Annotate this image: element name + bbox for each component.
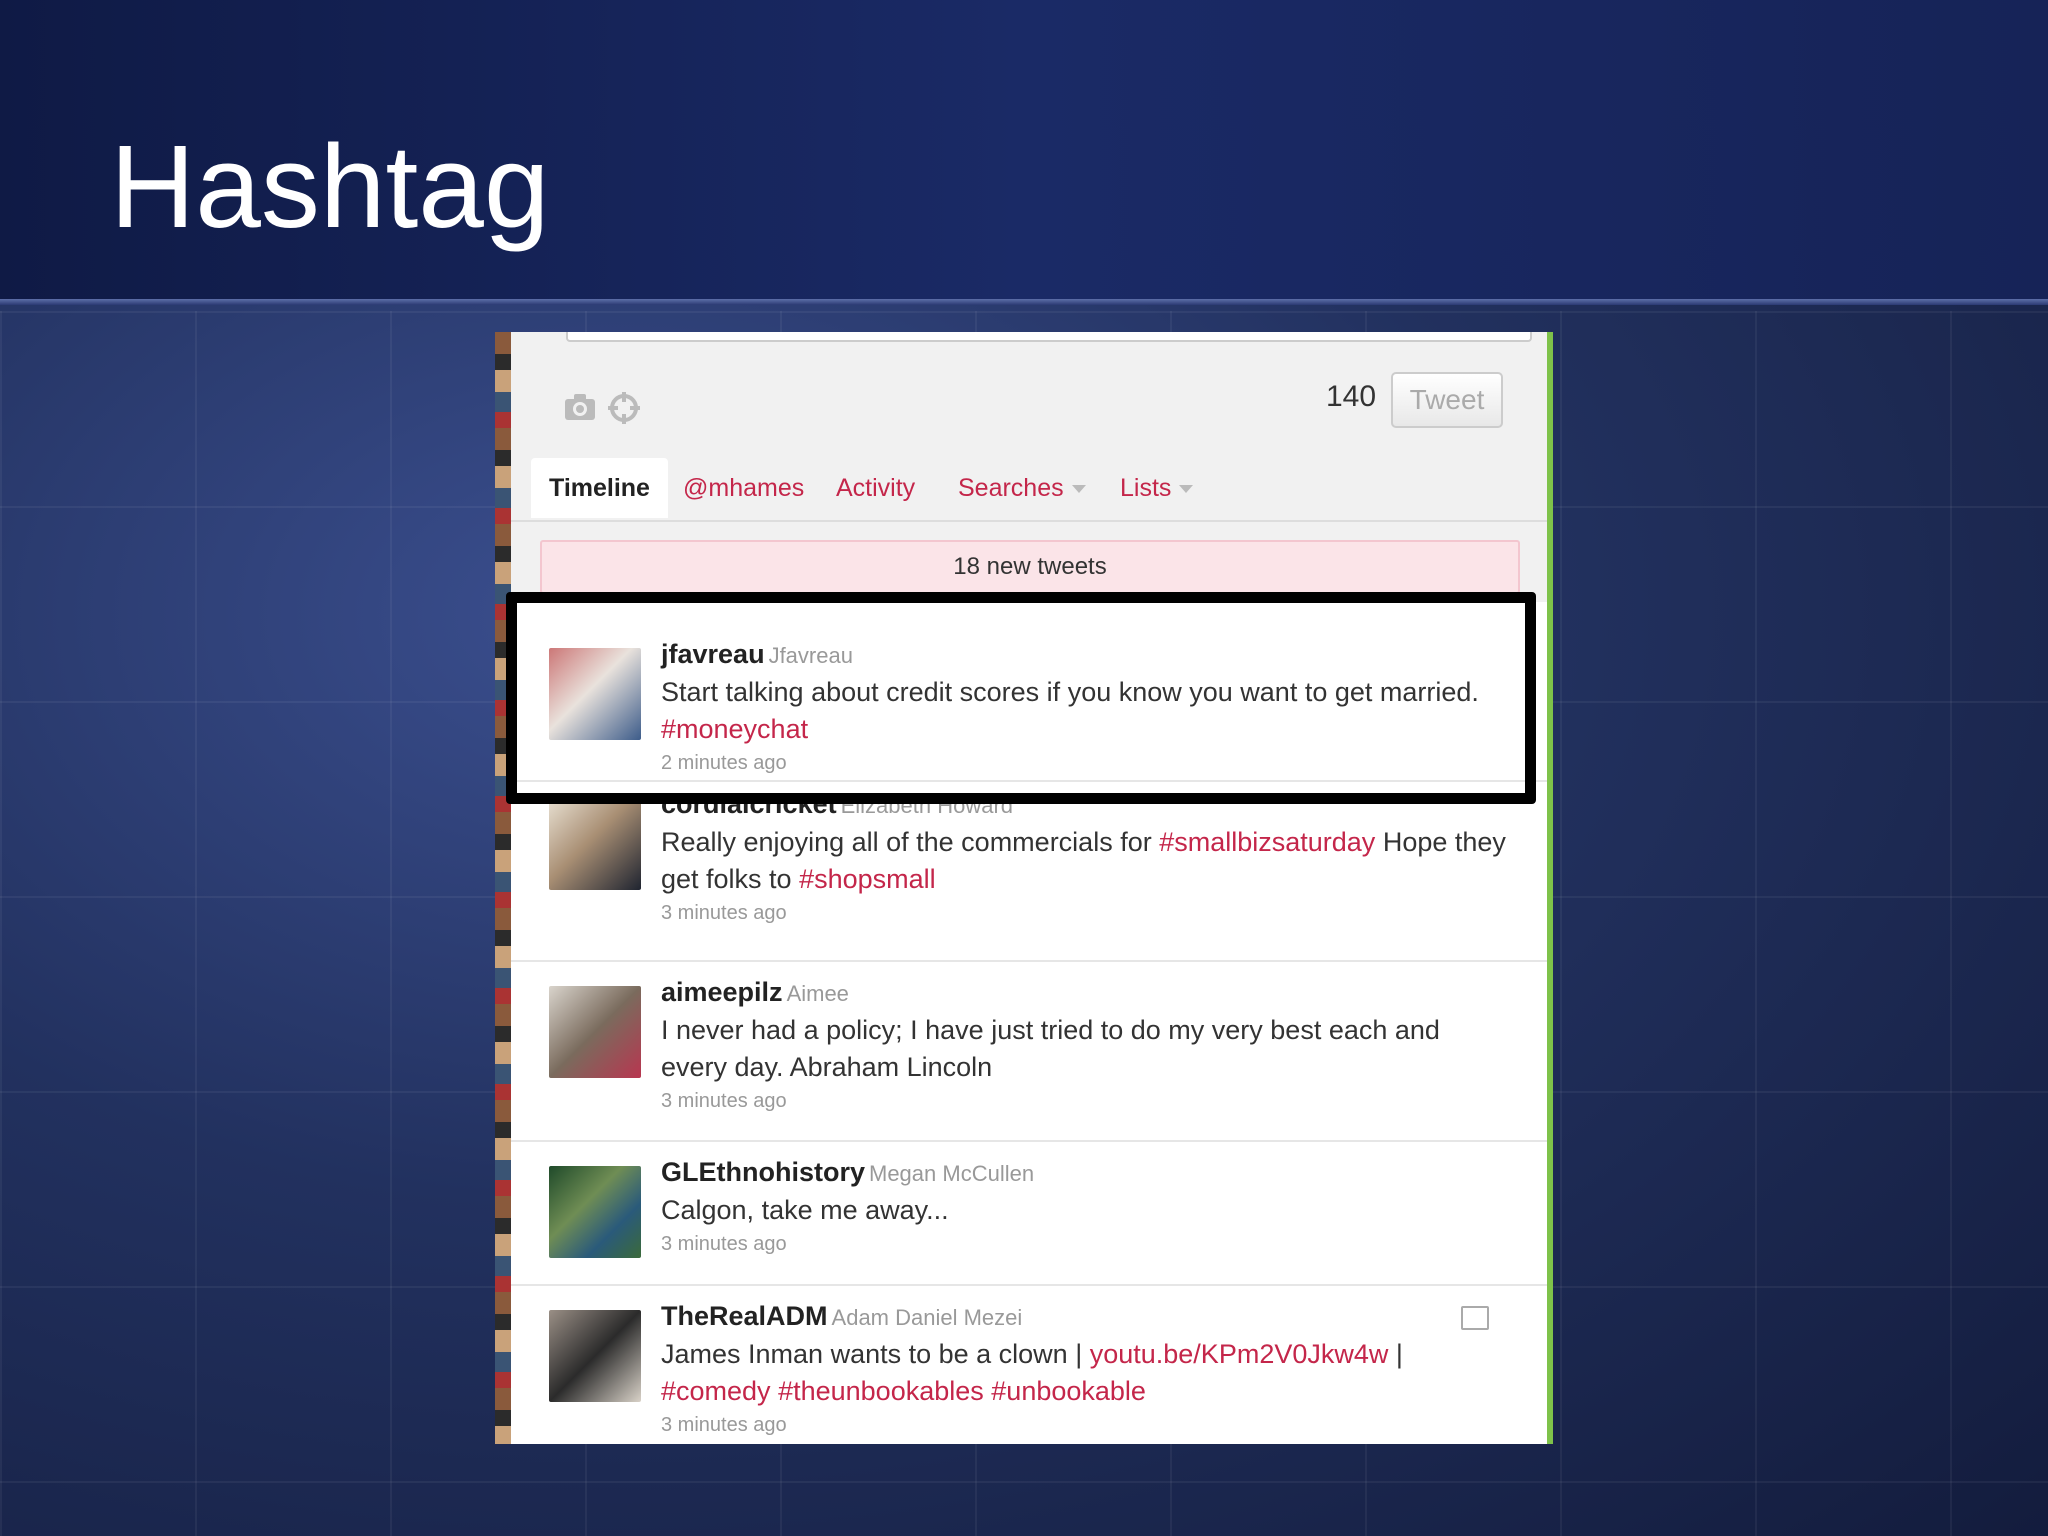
media-preview-icon[interactable] xyxy=(1461,1306,1489,1330)
tab-lists[interactable]: Lists xyxy=(1120,458,1194,518)
tab-label: Lists xyxy=(1120,474,1172,502)
url-link[interactable]: youtu.be/KPm2V0Jkw4w xyxy=(1090,1339,1389,1369)
tweet-header: aimeepilz Aimee xyxy=(661,974,1507,1012)
tab-label: Activity xyxy=(836,474,916,502)
tweet-header: GLEthnohistory Megan McCullen xyxy=(661,1154,1507,1192)
tweet-timeline: jfavreau Jfavreau Start talking about cre… xyxy=(511,602,1547,1444)
tweet-body: jfavreau Jfavreau Start talking about cre… xyxy=(661,636,1507,778)
hashtag-link[interactable]: #theunbookables xyxy=(778,1376,984,1406)
tweet-header: jfavreau Jfavreau xyxy=(661,636,1507,674)
real-name: Aimee xyxy=(786,981,849,1006)
tweet-timestamp[interactable]: 3 minutes ago xyxy=(661,1086,1507,1116)
background-photo-strip xyxy=(495,332,511,1444)
tab-label: Searches xyxy=(958,474,1064,502)
avatar[interactable] xyxy=(549,648,641,740)
tab-timeline[interactable]: Timeline xyxy=(531,458,668,518)
hashtag-link[interactable]: #unbookable xyxy=(991,1376,1146,1406)
avatar[interactable] xyxy=(549,986,641,1078)
avatar[interactable] xyxy=(549,1310,641,1402)
hashtag-link[interactable]: #smallbizsaturday xyxy=(1159,827,1375,857)
twitter-screenshot: 140 Tweet Timeline @mhames Activity Sear… xyxy=(495,332,1553,1444)
real-name: Megan McCullen xyxy=(869,1161,1035,1186)
character-counter: 140 xyxy=(1326,380,1377,413)
chevron-down-icon xyxy=(1179,485,1194,494)
tweet-timestamp[interactable]: 3 minutes ago xyxy=(661,1229,1507,1259)
avatar[interactable] xyxy=(549,798,641,890)
tweet-text: James Inman wants to be a clown | youtu.… xyxy=(661,1336,1507,1410)
tweet-text: I never had a policy; I have just tried … xyxy=(661,1015,1440,1082)
tweet-timestamp[interactable]: 2 minutes ago xyxy=(661,748,1507,778)
screen-name[interactable]: aimeepilz xyxy=(661,977,783,1007)
tweet-body: cordialcricket Elizabeth Howard Really en… xyxy=(661,786,1507,928)
tweet-header: TheRealADM Adam Daniel Mezei xyxy=(661,1298,1507,1336)
tweet-timestamp[interactable]: 3 minutes ago xyxy=(661,1410,1507,1440)
tweet-text-segment: Start talking about credit scores if you… xyxy=(661,677,1479,707)
screen-name[interactable]: GLEthnohistory xyxy=(661,1157,865,1187)
location-icon[interactable] xyxy=(607,392,641,426)
tweet-item[interactable]: TheRealADM Adam Daniel Mezei James Inman … xyxy=(511,1286,1547,1444)
tweet-text: Calgon, take me away... xyxy=(661,1195,949,1225)
slide-title: Hashtag xyxy=(110,121,550,253)
real-name: Elizabeth Howard xyxy=(840,793,1014,818)
screen-name[interactable]: TheRealADM xyxy=(661,1301,828,1331)
tweet-text-segment: Really enjoying all of the commercials f… xyxy=(661,827,1160,857)
camera-icon[interactable] xyxy=(563,392,597,426)
tab-mentions[interactable]: @mhames xyxy=(683,458,804,518)
hashtag-link[interactable]: #shopsmall xyxy=(799,864,936,894)
hashtag-link[interactable]: #moneychat xyxy=(661,714,808,744)
tab-activity[interactable]: Activity xyxy=(836,458,915,518)
tab-label: @mhames xyxy=(683,474,805,502)
tweet-body: TheRealADM Adam Daniel Mezei James Inman … xyxy=(661,1298,1507,1440)
tweet-text: Start talking about credit scores if you… xyxy=(661,674,1507,748)
new-tweets-banner[interactable]: 18 new tweets xyxy=(540,540,1520,594)
tweet-textarea[interactable] xyxy=(566,332,1532,342)
tweet-item[interactable]: cordialcricket Elizabeth Howard Really en… xyxy=(511,782,1547,962)
tweet-body: aimeepilz Aimee I never had a policy; I h… xyxy=(661,974,1507,1116)
tweet-item[interactable]: GLEthnohistory Megan McCullen Calgon, tak… xyxy=(511,1142,1547,1286)
real-name: Adam Daniel Mezei xyxy=(831,1305,1023,1330)
real-name: Jfavreau xyxy=(768,643,853,668)
tweet-button[interactable]: Tweet xyxy=(1391,372,1503,428)
timeline-tabs: Timeline @mhames Activity Searches Lists xyxy=(511,458,1547,522)
tweet-text: Really enjoying all of the commercials f… xyxy=(661,824,1507,898)
hashtag-link[interactable]: #comedy xyxy=(661,1376,771,1406)
tab-searches[interactable]: Searches xyxy=(958,458,1086,518)
tweet-item[interactable]: jfavreau Jfavreau Start talking about cre… xyxy=(511,602,1547,782)
tweet-header: cordialcricket Elizabeth Howard xyxy=(661,786,1507,824)
screen-name[interactable]: cordialcricket xyxy=(661,789,837,819)
scrollbar-edge xyxy=(1547,332,1553,1444)
tweet-text-segment: | xyxy=(1388,1339,1403,1369)
chevron-down-icon xyxy=(1071,485,1086,494)
tweet-item[interactable]: aimeepilz Aimee I never had a policy; I h… xyxy=(511,962,1547,1142)
avatar[interactable] xyxy=(549,1166,641,1258)
tweet-body: GLEthnohistory Megan McCullen Calgon, tak… xyxy=(661,1154,1507,1259)
screen-name[interactable]: jfavreau xyxy=(661,639,765,669)
tab-label: Timeline xyxy=(549,474,650,502)
tweet-timestamp[interactable]: 3 minutes ago xyxy=(661,898,1507,928)
tweet-text-segment: James Inman wants to be a clown | xyxy=(661,1339,1090,1369)
